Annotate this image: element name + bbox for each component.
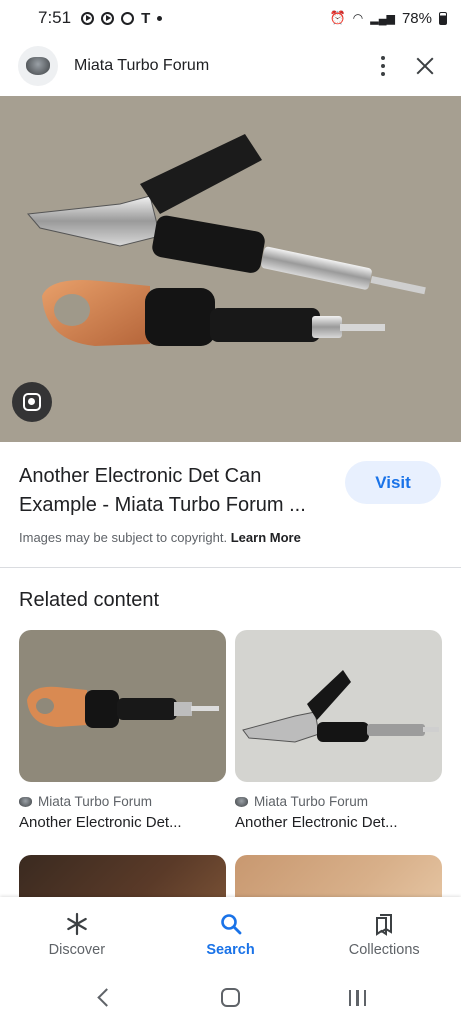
- visit-button[interactable]: Visit: [345, 461, 441, 504]
- nav-collections[interactable]: Collections: [307, 897, 461, 971]
- back-icon: [97, 988, 116, 1007]
- related-content-heading: Related content: [19, 589, 160, 611]
- google-lens-button[interactable]: [12, 382, 52, 422]
- system-navigation-bar: [0, 971, 461, 1024]
- collections-icon: [372, 910, 396, 938]
- battery-icon: [439, 11, 447, 25]
- related-source: Miata Turbo Forum: [19, 794, 226, 809]
- app-notification-icon: [121, 11, 135, 25]
- related-source-name: Miata Turbo Forum: [254, 794, 369, 809]
- back-button[interactable]: [79, 978, 129, 1018]
- result-title[interactable]: Another Electronic Det Can Example - Mia…: [19, 462, 329, 520]
- play-notification-icon: [81, 11, 95, 25]
- status-bar: 7:51 T ⏰ ◠ ▂▄▆ 78%: [0, 0, 461, 36]
- play-notification-icon: [101, 11, 115, 25]
- related-card[interactable]: Miata Turbo Forum Another Electronic Det…: [235, 630, 442, 831]
- nav-discover[interactable]: Discover: [0, 897, 154, 971]
- site-name[interactable]: Miata Turbo Forum: [74, 57, 359, 75]
- related-thumbnail[interactable]: [19, 630, 226, 782]
- related-title[interactable]: Another Electronic Det...: [19, 814, 226, 831]
- main-result-image[interactable]: [0, 96, 461, 442]
- thumbnail-image: [19, 630, 226, 782]
- notification-icons: T: [81, 9, 163, 27]
- related-thumbnail[interactable]: [235, 630, 442, 782]
- carrier-icon: T: [141, 9, 151, 27]
- alarm-icon: ⏰: [329, 10, 346, 25]
- thumbnail-image: [235, 630, 442, 782]
- copyright-notice: Images may be subject to copyright. Lear…: [19, 530, 301, 545]
- home-button[interactable]: [206, 978, 256, 1018]
- related-source: Miata Turbo Forum: [235, 794, 442, 809]
- more-vert-icon: [381, 56, 385, 76]
- more-options-button[interactable]: [365, 48, 401, 84]
- nav-search-label: Search: [206, 942, 255, 958]
- asterisk-icon: [65, 910, 89, 938]
- system-status-icons: ⏰ ◠ ▂▄▆ 78%: [330, 10, 447, 27]
- related-title[interactable]: Another Electronic Det...: [235, 814, 442, 831]
- forum-logo-icon: [19, 796, 32, 807]
- more-notifications-dot-icon: [157, 15, 163, 21]
- related-source-name: Miata Turbo Forum: [38, 794, 153, 809]
- bottom-navigation: Discover Search Collections: [0, 897, 461, 971]
- lens-icon: [23, 393, 41, 411]
- home-icon: [221, 988, 240, 1007]
- status-time: 7:51: [38, 8, 72, 27]
- search-icon: [219, 910, 243, 938]
- forum-logo-icon[interactable]: [18, 46, 58, 86]
- close-button[interactable]: [407, 48, 443, 84]
- divider: [0, 567, 461, 568]
- nav-collections-label: Collections: [348, 942, 420, 958]
- recents-button[interactable]: [333, 978, 383, 1018]
- signal-icon: ▂▄▆: [370, 12, 395, 25]
- related-card[interactable]: Miata Turbo Forum Another Electronic Det…: [19, 630, 226, 831]
- recents-icon: [348, 989, 367, 1006]
- close-icon: [415, 56, 435, 76]
- wifi-icon: ◠: [352, 11, 364, 25]
- viewer-header: Miata Turbo Forum: [0, 38, 461, 94]
- nav-search[interactable]: Search: [154, 897, 308, 971]
- battery-percent: 78%: [401, 9, 432, 27]
- learn-more-link[interactable]: Learn More: [231, 530, 301, 545]
- nav-discover-label: Discover: [48, 942, 106, 958]
- forum-logo-icon: [235, 796, 248, 807]
- image-illustration: [0, 96, 461, 442]
- copyright-text: Images may be subject to copyright.: [19, 530, 228, 545]
